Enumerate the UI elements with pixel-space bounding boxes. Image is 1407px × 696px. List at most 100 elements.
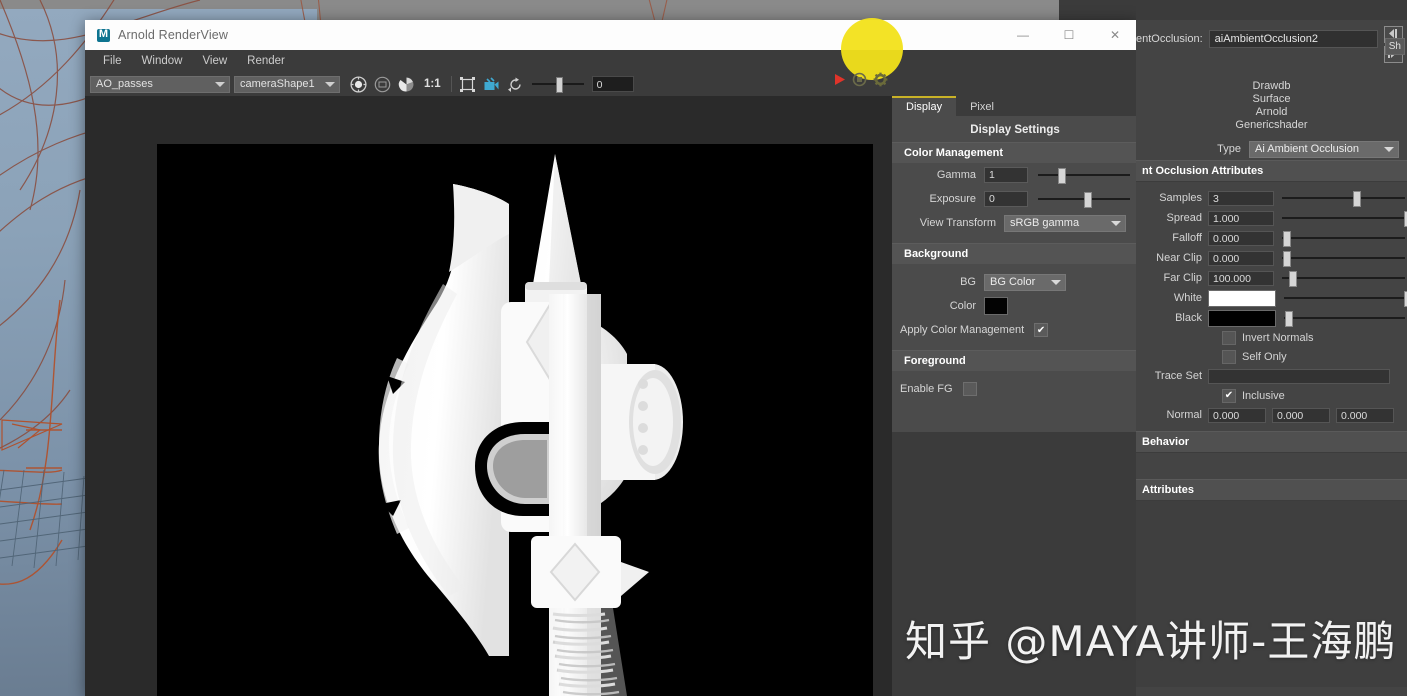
exposure-slider[interactable] [1038, 192, 1130, 208]
gamma-row: Gamma 1 [892, 163, 1138, 187]
maya-m-logo [97, 27, 110, 42]
shading-side-tab[interactable]: Sh [1384, 38, 1405, 55]
section-color-management: Color Management [892, 142, 1138, 163]
toolbar-slider-knob[interactable] [555, 77, 563, 93]
shader-classification: Drawdb Surface Arnold Genericshader [1136, 66, 1407, 138]
normal-y-input[interactable]: 0.000 [1272, 407, 1330, 423]
section-attributes[interactable]: Attributes [1136, 479, 1407, 501]
spread-slider[interactable] [1282, 211, 1407, 227]
invert-normals-checkbox[interactable] [1222, 330, 1236, 345]
apply-color-management-checkbox[interactable]: ✔ [1034, 323, 1049, 337]
samples-label: Samples [1159, 192, 1202, 204]
section-behavior[interactable]: Behavior [1136, 431, 1407, 453]
near-clip-input[interactable]: 0.000 [1208, 250, 1274, 266]
tab-pixel[interactable]: Pixel [956, 98, 1008, 116]
enable-fg-checkbox[interactable] [962, 382, 977, 396]
gamma-slider[interactable] [1038, 168, 1130, 184]
view-transform-value: sRGB gamma [1010, 217, 1080, 229]
render-region-icon[interactable] [347, 74, 369, 94]
gamma-label: Gamma [936, 169, 976, 181]
black-color-swatch[interactable] [1208, 309, 1276, 327]
gear-icon[interactable] [873, 72, 888, 92]
shader-type-select[interactable]: Ai Ambient Occlusion [1249, 140, 1399, 158]
color-wheel-icon[interactable] [395, 74, 417, 94]
falloff-row: Falloff 0.000 [1136, 228, 1407, 248]
white-color-swatch[interactable] [1208, 289, 1276, 307]
spread-input[interactable]: 1.000 [1208, 210, 1274, 226]
zoom-ratio-label[interactable]: 1:1 [424, 78, 441, 90]
refresh-icon[interactable] [505, 74, 527, 94]
snapshot-icon[interactable] [481, 74, 503, 94]
shader-path-line: Arnold [1255, 106, 1288, 118]
aov-pass-select[interactable]: AO_passes [90, 75, 230, 93]
render-pane [85, 96, 892, 696]
spread-row: Spread 1.000 [1136, 208, 1407, 228]
panel-title: Display Settings [970, 124, 1060, 136]
maximize-icon[interactable]: ☐ [1046, 20, 1092, 50]
yellow-circle-highlight [841, 18, 903, 80]
falloff-label: Falloff [1172, 232, 1202, 244]
falloff-slider-knob[interactable] [1283, 231, 1292, 247]
gamma-slider-knob[interactable] [1058, 168, 1067, 184]
enable-fg-label: Enable FG [900, 383, 953, 395]
apply-color-management-label: Apply Color Management [900, 324, 1025, 336]
normal-x-input[interactable]: 0.000 [1208, 407, 1266, 423]
window-title: Arnold RenderView [118, 28, 229, 42]
bg-color-swatch[interactable] [984, 297, 1008, 315]
play-render-icon[interactable] [833, 73, 846, 91]
samples-slider[interactable] [1282, 191, 1405, 207]
display-settings-panel: Display Pixel Display Settings Color Man… [892, 96, 1138, 696]
white-slider[interactable] [1284, 291, 1407, 307]
crop-region-icon[interactable] [457, 74, 479, 94]
chevron-down-icon [1384, 147, 1394, 152]
stop-render-icon[interactable] [852, 72, 867, 92]
bg-select[interactable]: BG Color [984, 273, 1066, 291]
black-slider[interactable] [1284, 311, 1405, 327]
menu-item-file[interactable]: File [93, 50, 132, 72]
aov-pass-value: AO_passes [96, 78, 153, 90]
bg-color-label: Color [949, 300, 976, 312]
toolbar-value-field[interactable]: 0 [591, 76, 634, 92]
chevron-down-icon [1051, 280, 1061, 285]
render-canvas[interactable] [157, 144, 873, 696]
near-clip-slider[interactable] [1282, 251, 1405, 267]
samples-input[interactable]: 3 [1208, 190, 1274, 206]
shader-path-line: Drawdb [1252, 80, 1291, 92]
falloff-slider[interactable] [1282, 231, 1405, 247]
exposure-input[interactable]: 0 [984, 191, 1028, 207]
menu-item-render[interactable]: Render [237, 50, 295, 72]
trace-set-input[interactable] [1208, 368, 1390, 384]
falloff-input[interactable]: 0.000 [1208, 230, 1274, 246]
gamma-input[interactable]: 1 [984, 167, 1028, 183]
far-clip-input[interactable]: 100.000 [1208, 270, 1274, 286]
close-icon[interactable]: ✕ [1092, 20, 1138, 50]
render-control-buttons [833, 72, 888, 92]
spread-label: Spread [1166, 212, 1202, 224]
view-transform-select[interactable]: sRGB gamma [1004, 214, 1126, 232]
inclusive-checkbox[interactable]: ✔ [1222, 388, 1236, 403]
exposure-row: Exposure 0 [892, 187, 1138, 211]
section-occlusion-attributes[interactable]: nt Occlusion Attributes [1136, 160, 1407, 182]
toolbar-slider[interactable] [531, 77, 584, 93]
shader-path-line: Surface [1252, 93, 1291, 105]
near-clip-slider-knob[interactable] [1283, 251, 1292, 267]
node-type-label: entOcclusion: [1136, 33, 1203, 45]
far-clip-slider-knob[interactable] [1289, 271, 1298, 287]
minimize-icon[interactable]: — [1000, 20, 1046, 50]
menu-item-window[interactable]: Window [132, 50, 193, 72]
exposure-slider-knob[interactable] [1084, 192, 1092, 208]
samples-slider-knob[interactable] [1353, 191, 1362, 207]
inclusive-row: ✔ Inclusive [1136, 386, 1407, 405]
camera-select[interactable]: cameraShape1 [234, 75, 340, 93]
normal-z-input[interactable]: 0.000 [1336, 407, 1394, 423]
menu-item-view[interactable]: View [192, 50, 237, 72]
far-clip-slider[interactable] [1282, 271, 1405, 287]
isolate-icon[interactable] [371, 74, 393, 94]
black-slider-knob[interactable] [1285, 311, 1294, 327]
self-only-checkbox[interactable] [1222, 349, 1236, 364]
tab-display[interactable]: Display [892, 96, 957, 116]
camera-value: cameraShape1 [240, 78, 315, 90]
shader-path-line: Genericshader [1235, 119, 1308, 131]
node-name-field[interactable]: aiAmbientOcclusion2 [1208, 30, 1378, 48]
trace-set-label: Trace Set [1154, 370, 1202, 382]
